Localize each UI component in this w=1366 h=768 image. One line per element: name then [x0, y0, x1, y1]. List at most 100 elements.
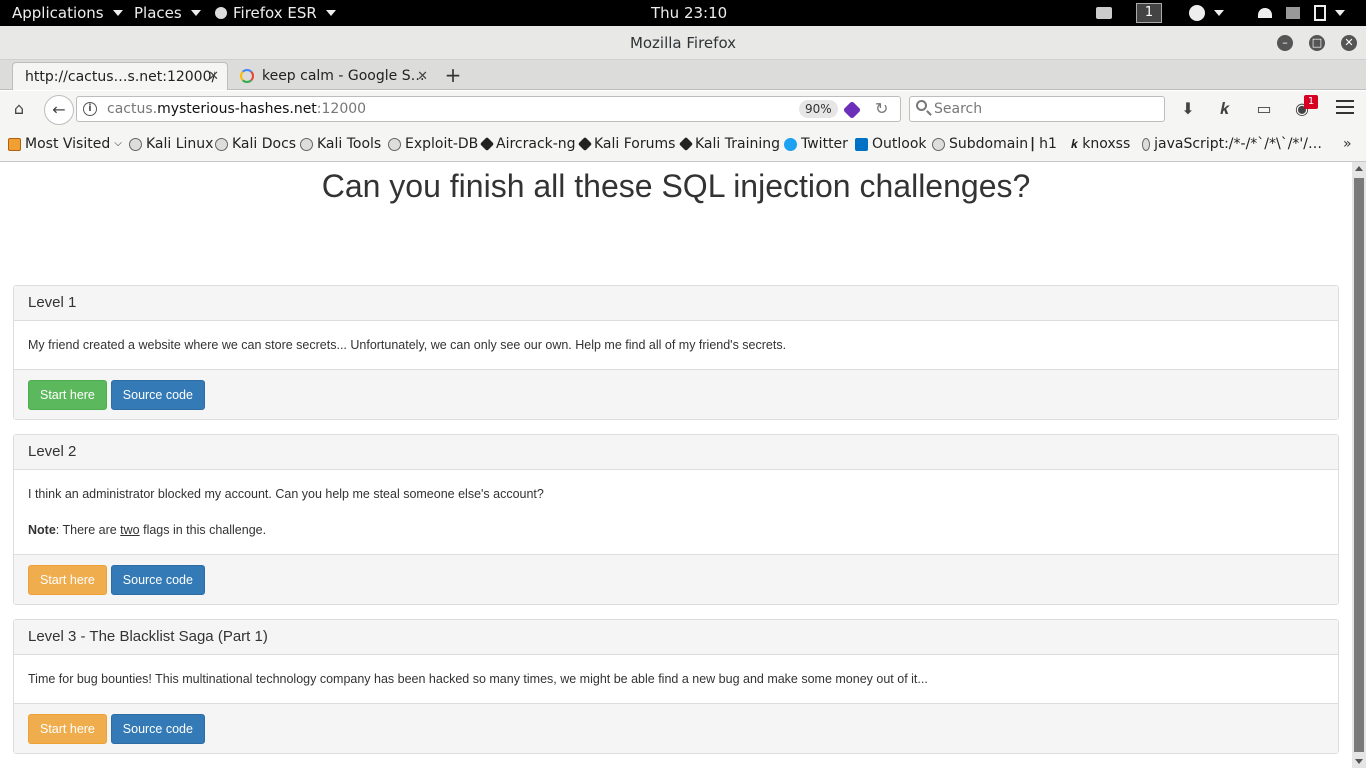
url-port: :12000	[316, 101, 367, 117]
folder-icon	[8, 137, 21, 151]
url-host: mysterious-hashes.net	[157, 101, 317, 117]
url-bar[interactable]: i cactus.mysterious-hashes.net:12000 90%…	[76, 96, 901, 122]
battery-icon	[1314, 5, 1326, 21]
clock-label: Thu 23:10	[651, 4, 728, 22]
scrollbar-thumb[interactable]	[1354, 178, 1364, 752]
window-titlebar: Mozilla Firefox – □ ✕	[0, 26, 1366, 60]
level-1-panel: Level 1 My friend created a website wher…	[13, 285, 1339, 420]
globe-icon	[215, 137, 228, 151]
downloads-icon[interactable]: ⬇	[1178, 99, 1198, 119]
globe-icon	[1142, 137, 1151, 151]
bookmark-exploit-db[interactable]: Exploit-DB	[388, 127, 478, 161]
bookmark-label: Exploit-DB	[405, 136, 479, 152]
back-button[interactable]: ←	[44, 95, 74, 125]
tab-cactus[interactable]: http://cactus…s.net:12000/ ✕	[12, 62, 228, 90]
level-2-source-button[interactable]: Source code	[110, 565, 205, 595]
bookmark-subdomain[interactable]: Subdomain	[932, 127, 1028, 161]
bookmark-kali-training[interactable]: Kali Training	[678, 127, 780, 161]
bookmark-twitter[interactable]: Twitter	[784, 127, 848, 161]
search-placeholder: Search	[934, 101, 983, 117]
hackerone-icon: |	[1030, 136, 1036, 152]
bookmark-label: Aircrack-ng	[496, 136, 576, 152]
globe-icon	[129, 137, 142, 151]
workspace-number: 1	[1136, 3, 1162, 23]
bookmark-most-visited[interactable]: Most Visited ⌵	[8, 127, 122, 161]
panel-body: Time for bug bounties! This multinationa…	[14, 655, 1338, 703]
bookmark-kali-tools[interactable]: Kali Tools	[300, 127, 381, 161]
sidebar-icon[interactable]: ▭	[1254, 99, 1274, 119]
level-3-panel: Level 3 - The Blacklist Saga (Part 1) Ti…	[13, 619, 1339, 754]
maximize-button[interactable]: □	[1309, 35, 1325, 51]
bookmark-label: Kali Training	[695, 136, 780, 152]
bookmark-aircrack-ng[interactable]: Aircrack-ng	[479, 127, 576, 161]
bookmarks-overflow-icon[interactable]: »	[1343, 127, 1352, 161]
extension-icon[interactable]	[842, 100, 862, 120]
twitter-icon	[784, 137, 797, 151]
level-1-start-button[interactable]: Start here	[28, 380, 107, 410]
bookmark-kali-forums[interactable]: Kali Forums	[577, 127, 676, 161]
clock[interactable]: Thu 23:10	[651, 0, 727, 26]
page-content: Can you finish all these SQL injection c…	[0, 162, 1352, 768]
menu-icon[interactable]	[1336, 100, 1354, 114]
level-1-source-button[interactable]: Source code	[110, 380, 205, 410]
places-menu[interactable]: Places	[134, 0, 201, 26]
bookmark-javascript[interactable]: javaScript:/*-/*`/*\`/*'/…	[1142, 127, 1322, 161]
panel-footer: Start here Source code	[14, 369, 1338, 419]
reload-icon[interactable]: ↻	[875, 97, 888, 121]
accessibility-menu[interactable]	[1189, 0, 1224, 26]
scroll-down-icon[interactable]	[1355, 759, 1363, 764]
bookmark-knoxss[interactable]: 𝒌 knoxss	[1071, 127, 1130, 161]
firefox-app-menu[interactable]: Firefox ESR	[215, 0, 336, 26]
globe-icon	[300, 137, 313, 151]
applications-menu[interactable]: Applications	[12, 0, 123, 26]
url-text[interactable]: cactus.mysterious-hashes.net:12000	[107, 97, 366, 121]
search-bar[interactable]: Search	[909, 96, 1165, 122]
level-3-source-button[interactable]: Source code	[110, 714, 205, 744]
bookmark-label: Twitter	[801, 136, 848, 152]
firefox-app-label: Firefox ESR	[233, 4, 317, 22]
info-icon[interactable]: i	[83, 102, 97, 116]
panel-title: Level 3 - The Blacklist Saga (Part 1)	[14, 620, 1338, 655]
places-label: Places	[134, 4, 182, 22]
scroll-up-icon[interactable]	[1355, 166, 1363, 171]
bookmark-label: Outlook	[872, 136, 927, 152]
new-tab-button[interactable]: +	[444, 60, 462, 90]
bookmark-kali-linux[interactable]: Kali Linux	[129, 127, 213, 161]
notification-badge: 1	[1304, 95, 1318, 109]
bookmark-kali-docs[interactable]: Kali Docs	[215, 127, 296, 161]
home-icon[interactable]: ⌂	[9, 99, 29, 119]
exploit-db-icon	[388, 137, 401, 151]
bookmark-label: Kali Forums	[594, 136, 676, 152]
zoom-level-badge[interactable]: 90%	[799, 100, 838, 118]
minimize-button[interactable]: –	[1277, 35, 1293, 51]
system-top-bar: Applications Places Firefox ESR Thu 23:1…	[0, 0, 1366, 26]
bookmark-label: Subdomain	[949, 136, 1029, 152]
level-note: Note: There are two flags in this challe…	[28, 521, 1324, 539]
level-3-start-button[interactable]: Start here	[28, 714, 107, 744]
note-label: Note	[28, 523, 56, 537]
kali-dragon-icon	[678, 136, 694, 152]
applications-label: Applications	[12, 4, 104, 22]
video-icon[interactable]	[1096, 0, 1112, 26]
globe-icon	[932, 137, 945, 151]
level-2-start-button[interactable]: Start here	[28, 565, 107, 595]
panel-title: Level 2	[14, 435, 1338, 470]
outlook-icon	[855, 137, 868, 151]
chevron-down-icon	[112, 10, 123, 16]
firefox-icon	[215, 7, 227, 19]
close-window-button[interactable]: ✕	[1341, 35, 1357, 51]
close-tab-icon[interactable]: ✕	[208, 69, 219, 84]
tab-title: http://cactus…s.net:12000/	[25, 68, 215, 85]
page-scrollbar[interactable]	[1352, 162, 1366, 768]
bookmark-outlook[interactable]: Outlook	[855, 127, 927, 161]
workspace-indicator[interactable]: 1	[1136, 0, 1162, 26]
bookmark-h1[interactable]: | h1	[1030, 127, 1057, 161]
system-status-menu[interactable]	[1258, 0, 1345, 26]
panel-body: My friend created a website where we can…	[14, 321, 1338, 369]
chevron-down-icon	[1335, 10, 1345, 16]
tab-google[interactable]: keep calm - Google S… ✕	[228, 62, 436, 90]
knoxss-toolbar-icon[interactable]: 𝒌	[1215, 99, 1235, 119]
level-description: Time for bug bounties! This multinationa…	[28, 672, 928, 686]
close-tab-icon[interactable]: ✕	[417, 69, 428, 84]
tab-strip: http://cactus…s.net:12000/ ✕ keep calm -…	[0, 60, 1366, 90]
